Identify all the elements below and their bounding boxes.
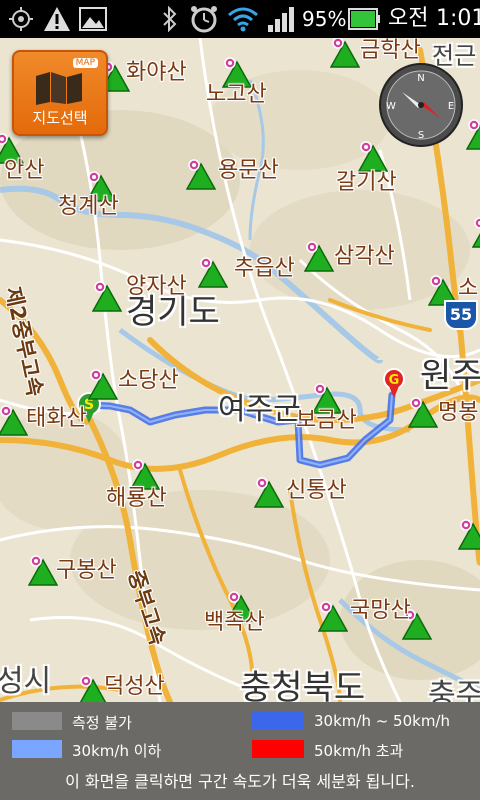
place-label-ansan: 안산 (4, 158, 45, 183)
region-label-chungbuk: 충청북도 (240, 668, 366, 702)
place-label-bogeumsan: 보금산 (296, 408, 357, 433)
mountain-icon (28, 555, 58, 586)
map-tag: MAP (72, 58, 98, 68)
mountain-icon (0, 405, 28, 436)
mountain-icon (88, 369, 118, 400)
warning-icon (42, 5, 72, 33)
region-label-seongsi: 성시 (0, 664, 52, 699)
alarm-icon (188, 5, 220, 33)
gps-icon (6, 5, 36, 33)
place-label-samgaksan: 삼각산 (334, 244, 395, 269)
mountain-icon (330, 38, 360, 68)
mountain-icon (458, 519, 480, 550)
image-icon (78, 5, 108, 33)
ampm: 오전 (388, 6, 429, 31)
place-label-deokseongsan: 덕성산 (104, 674, 165, 699)
battery-icon (346, 5, 382, 33)
place-label-myeongbong: 명봉 (438, 400, 479, 425)
mountain-icon (254, 477, 284, 508)
clock: 1:01 (436, 6, 480, 31)
place-label-geumhaksan: 금학산 (360, 38, 421, 63)
legend-swatch-30to50 (252, 712, 304, 730)
region-label-wonju: 원주 (420, 356, 480, 396)
place-label-cheonggyesan: 청계산 (58, 194, 119, 219)
signal-icon (266, 5, 298, 33)
region-label-chungju: 충주 (428, 678, 480, 702)
compass-icon[interactable]: N S W E (378, 62, 464, 148)
wifi-icon (226, 5, 260, 33)
place-label-haeryongsan: 해룡산 (106, 486, 167, 511)
svg-text:W: W (386, 101, 396, 112)
svg-text:S: S (418, 130, 424, 141)
goal-marker-icon[interactable]: G (382, 368, 408, 400)
mountain-icon (198, 257, 228, 288)
region-label-so: 소 (458, 276, 479, 301)
place-label-gungmangsan: 국망산 (350, 598, 411, 623)
mountain-icon (92, 281, 122, 312)
place-label-chueupsan: 추읍산 (234, 256, 295, 281)
svg-text:E: E (448, 101, 454, 112)
place-label-yangjasan: 양자산 (126, 274, 187, 299)
svg-text:N: N (417, 73, 424, 84)
place-label-gubongsan: 구봉산 (56, 558, 117, 583)
place-label-sodangsan: 소당산 (118, 368, 179, 393)
place-label-hwayasan: 화야산 (126, 60, 187, 85)
mountain-icon (130, 459, 160, 490)
mountain-icon (304, 241, 334, 272)
mountain-icon (466, 119, 480, 150)
folded-map-icon (36, 72, 82, 105)
map-select-button[interactable]: MAP 지도선택 (12, 50, 108, 136)
place-label-nogosan: 노고산 (206, 82, 267, 107)
battery-percent: 95% (302, 7, 347, 31)
bluetooth-icon (158, 5, 182, 33)
status-bar: 95% 오전 1:01 (0, 0, 480, 38)
mountain-icon (186, 159, 216, 190)
mountain-icon (472, 217, 480, 248)
place-label-galgisan: 갈기산 (336, 170, 397, 195)
legend-swatch-under30 (12, 740, 62, 758)
svg-text:G: G (389, 373, 400, 388)
legend-label-over50: 50km/h 초과 (314, 742, 404, 760)
place-label-taehwasan: 태화산 (26, 406, 87, 431)
place-label-yongmunsan: 용문산 (218, 158, 279, 183)
legend-label-under30: 30km/h 이하 (72, 742, 162, 760)
place-label-baekjoksan: 백족산 (204, 610, 265, 635)
legend-note[interactable]: 이 화면을 클릭하면 구간 속도가 더욱 세분화 됩니다. (0, 768, 480, 792)
expressway-55-shield: 55 (444, 300, 478, 330)
legend-swatch-over50 (252, 740, 304, 758)
region-label-yeoju: 여주군 (218, 392, 301, 427)
legend-swatch-unmeasurable (12, 712, 62, 730)
legend-label-unmeasurable: 측정 불가 (72, 714, 132, 732)
map-select-label: 지도선택 (32, 109, 88, 127)
place-label-sintongsan: 신통산 (286, 478, 347, 503)
mountain-icon (318, 601, 348, 632)
mountain-icon (408, 397, 438, 428)
legend-label-30to50: 30km/h ~ 50km/h (314, 712, 450, 730)
